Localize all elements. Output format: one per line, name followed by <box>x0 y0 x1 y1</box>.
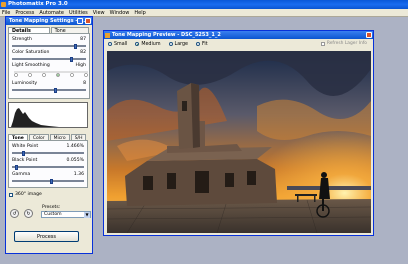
saturation-label: Color Saturation <box>12 50 50 55</box>
tone-mapping-settings-window: Tone Mapping Settings - D... Details Enh… <box>5 16 93 254</box>
luminosity-row: Luminosity 8 <box>12 81 86 86</box>
chevron-down-icon[interactable]: ▼ <box>84 212 90 218</box>
strength-value: 87 <box>80 37 86 42</box>
refresh-option[interactable]: Refresh Lager Info <box>320 41 367 46</box>
gamma-value: 1.36 <box>73 172 84 177</box>
size-small-label: Small <box>114 41 128 47</box>
preview-title: Tone Mapping Preview - DSC_5253_1_2 <box>112 32 221 38</box>
tab-color[interactable]: Color <box>28 134 49 141</box>
menu-automate[interactable]: Automate <box>39 10 64 16</box>
tone-mapping-preview-window: Tone Mapping Preview - DSC_5253_1_2 Smal… <box>103 30 374 236</box>
saturation-slider[interactable] <box>12 57 86 62</box>
histogram-graph <box>11 108 59 127</box>
gamma-row: Gamma 1.36 <box>12 172 84 177</box>
close-button[interactable] <box>85 18 91 24</box>
light-smoothing-label: Light Smoothing <box>12 63 50 68</box>
minimize-button[interactable] <box>77 18 83 24</box>
tab-details-enhancer[interactable]: Details Enhancer <box>8 27 50 41</box>
tab-tone-compressor[interactable]: Tone Compressor <box>50 27 89 41</box>
luminosity-slider[interactable] <box>12 88 86 93</box>
presets-value: Custom <box>44 212 62 217</box>
saturation-value: 82 <box>80 50 86 55</box>
preview-photo-hdr <box>107 51 371 233</box>
size-fit-radio[interactable]: Fit <box>196 42 208 47</box>
gamma-label: Gamma <box>12 172 31 177</box>
white-point-value: 1.466% <box>66 144 84 149</box>
size-medium-label: Medium <box>141 41 161 47</box>
strength-slider-thumb[interactable] <box>73 44 77 49</box>
white-point-row: White Point 1.466% <box>12 144 84 149</box>
tab-tone[interactable]: Tone <box>8 134 28 141</box>
undo-icon[interactable]: ↺ <box>10 209 19 218</box>
menu-utilities[interactable]: Utilities <box>69 10 88 16</box>
process-button[interactable]: Process <box>14 231 79 242</box>
size-small-radio[interactable]: Small <box>108 42 127 47</box>
black-point-slider[interactable] <box>12 165 84 170</box>
window-icon <box>105 32 110 38</box>
histogram <box>8 102 88 128</box>
size-large-label: Large <box>174 41 189 47</box>
size-large-radio[interactable]: Large <box>168 41 189 47</box>
white-point-label: White Point <box>12 144 39 149</box>
checkbox-box[interactable] <box>9 192 13 197</box>
white-point-slider[interactable] <box>12 151 84 156</box>
luminosity-value: 8 <box>83 81 86 86</box>
radio-small[interactable] <box>108 42 112 46</box>
menu-view[interactable]: View <box>93 10 105 16</box>
preview-size-options: Small Medium Large Fit Refresh Lager Inf… <box>104 39 373 49</box>
strength-slider[interactable] <box>12 44 86 49</box>
strength-row: Strength 87 <box>12 37 86 42</box>
preview-image[interactable] <box>107 51 371 233</box>
tone-panel: White Point 1.466% Black Point 0.055% Ga… <box>8 141 88 188</box>
saturation-slider-thumb[interactable] <box>70 57 74 62</box>
app-title: Photomatix Pro 3.0 <box>8 1 68 7</box>
close-button[interactable] <box>366 32 372 38</box>
preview-title-bar[interactable]: Tone Mapping Preview - DSC_5253_1_2 <box>104 31 373 39</box>
menu-process[interactable]: Process <box>15 10 34 16</box>
black-point-slider-thumb[interactable] <box>14 165 18 170</box>
menu-help[interactable]: Help <box>134 10 145 16</box>
menu-file[interactable]: File <box>2 10 10 16</box>
redo-icon[interactable]: ↻ <box>24 209 33 218</box>
tone-tabs: Tone Color Micro S/H <box>8 134 88 141</box>
gamma-slider[interactable] <box>12 179 84 184</box>
size-fit-label: Fit <box>202 41 208 47</box>
tab-micro[interactable]: Micro <box>49 134 70 141</box>
settings-tabs: Details Enhancer Tone Compressor <box>8 27 90 41</box>
light-smoothing-row: Light Smoothing High <box>12 63 86 68</box>
black-point-label: Black Point <box>12 158 38 163</box>
gamma-slider-thumb[interactable] <box>49 179 53 184</box>
settings-title-bar[interactable]: Tone Mapping Settings - D... <box>6 17 92 25</box>
radio-large[interactable] <box>168 42 173 46</box>
radio-medium[interactable] <box>135 42 140 46</box>
image-360-checkbox[interactable]: 360° image <box>9 192 42 197</box>
details-enhancer-panel: Strength 87 Color Saturation 82 Light Sm… <box>8 34 90 99</box>
size-medium-radio[interactable]: Medium <box>135 41 161 47</box>
refresh-label: Refresh Lager Info <box>326 41 367 46</box>
image-360-label: 360° image <box>15 192 42 197</box>
black-point-row: Black Point 0.055% <box>12 158 84 163</box>
saturation-row: Color Saturation 82 <box>12 50 86 55</box>
luminosity-label: Luminosity <box>12 81 38 86</box>
presets-select[interactable]: Custom ▼ <box>41 211 91 218</box>
strength-label: Strength <box>12 37 32 42</box>
presets-label: Presets: <box>42 205 61 210</box>
app-title-bar: Photomatix Pro 3.0 <box>0 0 408 9</box>
white-point-slider-thumb[interactable] <box>21 151 25 156</box>
app-icon <box>1 1 6 7</box>
refresh-checkbox[interactable] <box>320 41 325 46</box>
light-smoothing-radio-group[interactable] <box>12 70 90 78</box>
luminosity-slider-thumb[interactable] <box>54 88 58 93</box>
light-smoothing-high-label: High <box>75 63 86 68</box>
black-point-value: 0.055% <box>66 158 84 163</box>
menu-window[interactable]: Window <box>110 10 130 16</box>
tab-sh[interactable]: S/H <box>70 134 87 141</box>
radio-fit[interactable] <box>196 42 201 46</box>
